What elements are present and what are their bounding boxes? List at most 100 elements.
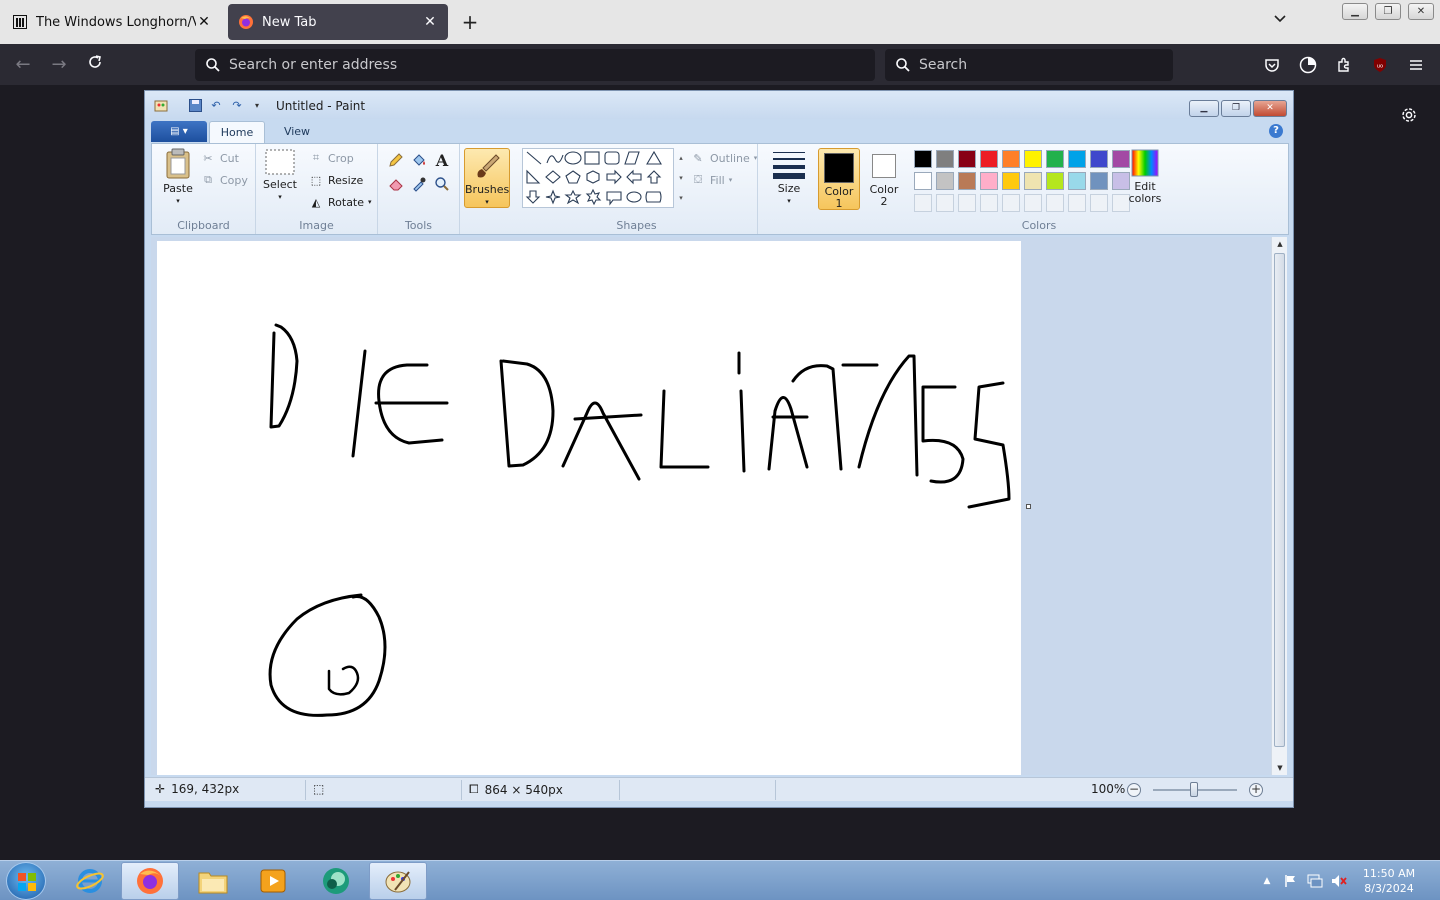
new-tab-settings-gear-icon[interactable] [1396,104,1422,130]
palette-color-swatch[interactable] [1024,150,1042,168]
zoom-slider-thumb[interactable] [1190,782,1198,797]
show-hidden-icons-icon[interactable]: ▲ [1259,873,1275,889]
palette-color-swatch[interactable] [1046,150,1064,168]
forward-arrow-icon[interactable]: → [46,52,72,78]
custom-color-slot[interactable] [936,194,954,212]
address-bar[interactable]: Search or enter address [195,49,875,81]
palette-color-swatch[interactable] [1002,172,1020,190]
palette-color-swatch[interactable] [958,172,976,190]
palette-color-swatch[interactable] [1024,172,1042,190]
paint-taskbar-icon[interactable] [369,862,427,900]
color-picker-icon[interactable] [409,174,429,194]
canvas-resize-handle[interactable] [1026,504,1031,509]
paint-close-button[interactable]: ✕ [1253,100,1287,117]
cut-button[interactable]: ✂ Cut [200,150,239,166]
edit-colors-button[interactable]: Edit colors [1122,148,1168,205]
paste-button[interactable]: Paste ▾ [160,148,196,207]
redo-icon[interactable]: ↷ [229,99,245,113]
close-tab-icon[interactable]: ✕ [196,14,212,30]
rotate-button[interactable]: ◭ Rotate ▾ [308,194,372,210]
palette-color-swatch[interactable] [1046,172,1064,190]
firefox-view-icon[interactable] [1296,53,1320,77]
back-arrow-icon[interactable]: ← [10,52,36,78]
action-center-flag-icon[interactable] [1283,873,1299,889]
copy-button[interactable]: ⧉ Copy [200,172,248,188]
search-bar[interactable]: Search [885,49,1173,81]
palette-color-swatch[interactable] [1090,150,1108,168]
close-tab-icon[interactable]: ✕ [422,14,438,30]
new-tab-button[interactable]: + [458,10,482,34]
crop-button[interactable]: ⌗ Crop [308,150,354,166]
palette-color-swatch[interactable] [936,150,954,168]
reload-icon[interactable] [82,52,108,78]
extensions-puzzle-icon[interactable] [1332,53,1356,77]
file-explorer-icon[interactable] [184,862,242,900]
green-app-icon[interactable] [307,862,365,900]
custom-color-slot[interactable] [1090,194,1108,212]
tab-view[interactable]: View [269,121,325,143]
brushes-button[interactable]: Brushes ▾ [464,148,510,208]
palette-color-swatch[interactable] [936,172,954,190]
resize-button[interactable]: ⬚ Resize [308,172,363,188]
volume-muted-icon[interactable] [1331,873,1347,889]
save-icon[interactable] [187,99,203,113]
paint-maximize-button[interactable]: ❐ [1221,100,1251,117]
scroll-down-arrow-icon[interactable]: ▼ [1272,761,1288,775]
select-button[interactable]: Select ▾ [262,148,298,203]
shapes-scroll-arrows[interactable]: ▴ ▾ ▾ [676,148,686,208]
start-button[interactable] [6,862,46,900]
media-player-icon[interactable] [244,862,302,900]
list-all-tabs-chevron-icon[interactable] [1268,10,1292,34]
palette-color-swatch[interactable] [1090,172,1108,190]
palette-color-swatch[interactable] [980,150,998,168]
pencil-icon[interactable] [386,150,406,170]
undo-icon[interactable]: ↶ [208,99,224,113]
network-icon[interactable] [1307,873,1323,889]
custom-color-slot[interactable] [1046,194,1064,212]
vertical-scrollbar[interactable]: ▲ ▼ [1271,237,1287,775]
color1-button[interactable]: Color 1 [818,148,860,210]
scrollbar-thumb[interactable] [1274,253,1285,747]
custom-color-slot[interactable] [1068,194,1086,212]
internet-explorer-icon[interactable] [61,862,119,900]
eraser-icon[interactable] [386,174,406,194]
custom-color-slot[interactable] [958,194,976,212]
palette-color-swatch[interactable] [1068,150,1086,168]
fill-bucket-icon[interactable] [409,150,429,170]
ublock-origin-icon[interactable]: uo [1368,53,1392,77]
customize-qat-icon[interactable]: ▾ [249,99,265,113]
paint-menu-button[interactable]: ▤ ▾ [151,121,207,142]
palette-color-swatch[interactable] [1068,172,1086,190]
custom-color-slot[interactable] [1024,194,1042,212]
palette-color-swatch[interactable] [914,150,932,168]
palette-color-swatch[interactable] [958,150,976,168]
tab-home[interactable]: Home [209,121,265,143]
palette-color-swatch[interactable] [980,172,998,190]
zoom-out-button[interactable]: − [1127,783,1141,797]
magnifier-icon[interactable] [432,174,452,194]
tab-windows-longhorn[interactable]: The Windows Longhorn/Vista A ✕ [2,4,222,40]
hamburger-menu-icon[interactable] [1404,53,1428,77]
firefox-taskbar-icon[interactable] [121,862,179,900]
pocket-icon[interactable] [1260,53,1284,77]
close-window-button[interactable]: ✕ [1408,3,1434,20]
drawing-canvas[interactable] [157,241,1021,775]
restore-button[interactable]: ❐ [1375,3,1401,20]
text-tool-icon[interactable]: A [432,150,452,170]
custom-color-slot[interactable] [1002,194,1020,212]
zoom-in-button[interactable]: + [1249,783,1263,797]
custom-color-slot[interactable] [914,194,932,212]
custom-color-slot[interactable] [980,194,998,212]
tab-new-tab[interactable]: New Tab ✕ [228,4,448,40]
fill-button[interactable]: ⛋ Fill ▾ [690,172,732,188]
palette-color-swatch[interactable] [914,172,932,190]
minimize-button[interactable]: ▁ [1342,3,1368,20]
taskbar-clock[interactable]: 11:50 AM 8/3/2024 [1358,866,1420,896]
scroll-up-arrow-icon[interactable]: ▲ [1272,237,1288,251]
color2-button[interactable]: Color 2 [864,148,904,210]
outline-button[interactable]: ✎ Outline ▾ [690,150,757,166]
palette-color-swatch[interactable] [1002,150,1020,168]
help-icon[interactable]: ? [1269,124,1283,138]
paint-minimize-button[interactable]: ▁ [1189,100,1219,117]
size-button[interactable]: Size ▾ [766,150,812,207]
